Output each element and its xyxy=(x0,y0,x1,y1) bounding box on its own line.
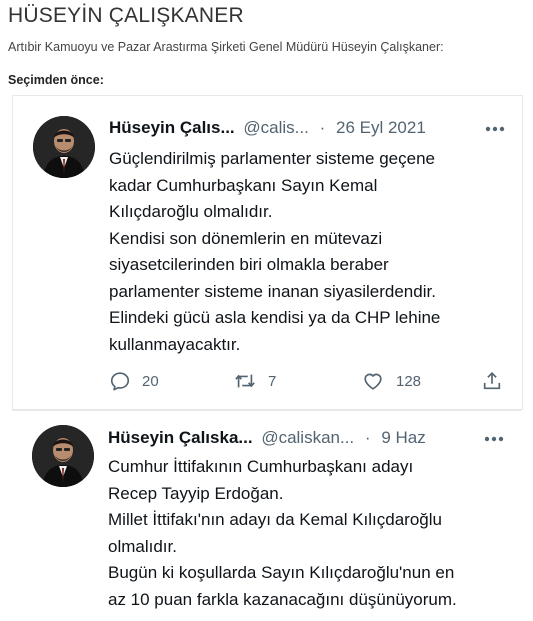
separator-dot: · xyxy=(319,118,326,137)
avatar[interactable] xyxy=(32,425,94,487)
share-button[interactable] xyxy=(481,368,503,394)
share-icon xyxy=(483,372,501,390)
separator-dot: · xyxy=(364,428,371,447)
section-label: Seçimden önce: xyxy=(8,73,104,87)
tweet-date[interactable]: 9 Haz xyxy=(381,428,425,447)
tweet-line: siyasetcilerinden biri olmakla beraber xyxy=(109,255,389,274)
tweet-line: Recep Tayyip Erdoğan. xyxy=(108,483,284,503)
tweet-line: Kılıçdaroğlu olmalıdır. xyxy=(109,202,273,221)
author-handle[interactable]: @caliskan... xyxy=(261,428,354,447)
reply-icon xyxy=(110,372,130,391)
author-name[interactable]: Hüseyin Çalıska... xyxy=(108,428,253,447)
page-subtitle: Artıbir Kamuoyu ve Pazar Arastırma Şirke… xyxy=(8,40,444,54)
heart-icon xyxy=(364,373,382,390)
more-icon xyxy=(485,126,505,132)
tweet-line: Elindeki gücü asla kendisi ya da CHP leh… xyxy=(109,308,441,327)
avatar[interactable] xyxy=(33,116,95,178)
avatar-portrait-icon xyxy=(32,425,94,487)
tweet-date[interactable]: 26 Eyl 2021 xyxy=(336,118,426,137)
tweet-actions: 20 7 128 xyxy=(109,368,505,394)
reply-button[interactable]: 20 xyxy=(109,368,159,394)
retweet-icon xyxy=(235,374,255,388)
tweet-header: Hüseyin Çalıs... @calis... · 26 Eyl 2021 xyxy=(109,118,506,140)
tweet-header: Hüseyin Çalıska... @caliskan... · 9 Haz xyxy=(108,428,505,450)
tweet-text: Güçlendirilmiş parlamenter sisteme geçen… xyxy=(109,146,500,358)
like-count: 128 xyxy=(396,372,422,390)
author-handle[interactable]: @calis... xyxy=(243,118,308,137)
page-title: HÜSEYİN ÇALIŞKANER xyxy=(8,4,244,27)
avatar-portrait-icon xyxy=(33,116,95,178)
tweet-text: Cumhur İttifakının Cumhurbaşkanı adayı R… xyxy=(108,454,499,613)
tweet-card[interactable]: Hüseyin Çalıs... @calis... · 26 Eyl 2021… xyxy=(12,95,523,410)
tweet-line: az 10 puan farkla kazanacağını düşünüyor… xyxy=(108,589,457,609)
tweet-line: olmalıdır. xyxy=(108,536,177,556)
reply-count: 20 xyxy=(142,372,159,390)
tweet-line: Güçlendirilmiş parlamenter sisteme geçen… xyxy=(109,149,435,168)
tweet-line: kadar Cumhurbaşkanı Sayın Kemal xyxy=(109,175,378,195)
tweet-line: Bugün ki koşullarda Sayın Kılıçdaroğlu'n… xyxy=(108,563,455,582)
tweet-line: parlamenter sisteme inanan siyasilerdend… xyxy=(109,281,436,301)
tweet-line: Millet İttifakı'nın adayı da Kemal Kılıç… xyxy=(108,510,442,529)
tweet-card[interactable]: Hüseyin Çalıska... @caliskan... · 9 Haz … xyxy=(12,410,521,621)
more-button[interactable] xyxy=(478,116,512,142)
more-button[interactable] xyxy=(477,426,511,452)
like-button[interactable]: 128 xyxy=(361,368,421,394)
retweet-count: 7 xyxy=(268,372,277,390)
tweet-line: Kendisi son dönemlerin en mütevazi xyxy=(109,228,383,248)
author-name[interactable]: Hüseyin Çalıs... xyxy=(109,118,235,137)
tweet-line: kullanmayacaktır. xyxy=(109,334,241,354)
retweet-button[interactable]: 7 xyxy=(233,368,276,394)
tweet-line: Cumhur İttifakının Cumhurbaşkanı adayı xyxy=(108,457,414,476)
more-icon xyxy=(484,436,504,442)
